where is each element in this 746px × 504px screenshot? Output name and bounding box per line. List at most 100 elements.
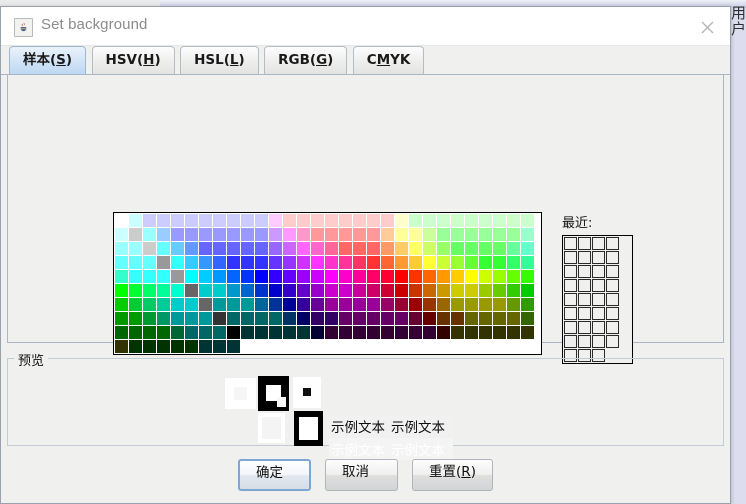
color-swatch[interactable] [269,228,282,241]
color-swatch[interactable] [171,284,184,297]
color-swatch[interactable] [367,256,380,269]
color-swatch[interactable] [255,256,268,269]
color-swatch[interactable] [381,242,394,255]
color-swatch[interactable] [465,270,478,283]
color-swatch[interactable] [297,326,310,339]
color-swatch[interactable] [381,214,394,227]
color-swatch[interactable] [157,214,170,227]
color-swatch[interactable] [297,298,310,311]
color-swatch[interactable] [437,242,450,255]
color-swatch[interactable] [451,312,464,325]
color-swatch[interactable] [353,312,366,325]
recent-color-swatch[interactable] [592,265,605,278]
color-swatch[interactable] [185,312,198,325]
recent-color-swatch[interactable] [606,321,619,334]
color-swatch[interactable] [143,228,156,241]
color-swatch[interactable] [311,270,324,283]
color-swatch[interactable] [283,270,296,283]
recent-color-swatch[interactable] [578,279,591,292]
color-swatch[interactable] [395,312,408,325]
recent-color-swatch[interactable] [564,265,577,278]
color-swatch[interactable] [157,326,170,339]
color-swatch[interactable] [423,284,436,297]
color-swatch[interactable] [115,298,128,311]
color-swatch[interactable] [129,326,142,339]
color-swatch[interactable] [521,298,534,311]
color-swatch[interactable] [185,214,198,227]
color-swatch[interactable] [185,298,198,311]
recent-color-swatch[interactable] [592,237,605,250]
color-swatch[interactable] [493,228,506,241]
color-swatch[interactable] [171,242,184,255]
recent-color-swatch[interactable] [592,279,605,292]
color-swatch[interactable] [381,228,394,241]
color-swatch[interactable] [171,214,184,227]
color-swatch[interactable] [255,214,268,227]
color-swatch[interactable] [213,326,226,339]
color-swatch[interactable] [143,298,156,311]
color-swatch[interactable] [255,326,268,339]
color-swatch[interactable] [437,298,450,311]
color-swatch[interactable] [521,270,534,283]
color-swatch[interactable] [199,256,212,269]
cancel-button[interactable]: 取消 [325,459,399,491]
color-swatch[interactable] [129,284,142,297]
tab-swatches[interactable]: 样本(S) [9,46,87,74]
color-swatch[interactable] [157,228,170,241]
color-swatch[interactable] [493,312,506,325]
color-swatch[interactable] [199,312,212,325]
color-swatch[interactable] [451,284,464,297]
color-swatch[interactable] [353,284,366,297]
color-swatch[interactable] [255,228,268,241]
color-swatch[interactable] [353,298,366,311]
color-swatch[interactable] [157,270,170,283]
color-swatch[interactable] [339,284,352,297]
color-swatch[interactable] [157,298,170,311]
color-swatch[interactable] [115,214,128,227]
color-swatch[interactable] [423,298,436,311]
color-swatch[interactable] [129,256,142,269]
color-swatch[interactable] [465,284,478,297]
color-swatch[interactable] [409,256,422,269]
color-swatch[interactable] [213,270,226,283]
color-swatch[interactable] [409,284,422,297]
color-swatch[interactable] [227,312,240,325]
color-swatch[interactable] [507,326,520,339]
color-swatch[interactable] [129,270,142,283]
color-swatch[interactable] [507,270,520,283]
color-swatch[interactable] [171,270,184,283]
recent-color-swatch[interactable] [578,265,591,278]
color-swatch[interactable] [227,284,240,297]
color-swatch[interactable] [339,298,352,311]
color-swatch[interactable] [367,270,380,283]
color-swatch[interactable] [507,298,520,311]
color-swatch[interactable] [437,312,450,325]
color-swatch[interactable] [493,214,506,227]
color-swatch[interactable] [227,256,240,269]
color-swatch[interactable] [325,270,338,283]
color-swatch[interactable] [367,284,380,297]
color-swatch[interactable] [521,256,534,269]
color-swatch[interactable] [451,298,464,311]
color-swatch[interactable] [395,298,408,311]
color-swatch[interactable] [465,312,478,325]
color-swatch[interactable] [353,326,366,339]
color-swatch[interactable] [227,214,240,227]
color-swatch[interactable] [521,214,534,227]
color-swatch[interactable] [143,284,156,297]
color-swatch[interactable] [479,312,492,325]
color-swatch[interactable] [353,228,366,241]
recent-color-swatch[interactable] [606,251,619,264]
color-swatch[interactable] [157,242,170,255]
color-swatch[interactable] [269,242,282,255]
color-swatch[interactable] [185,256,198,269]
color-swatch[interactable] [521,312,534,325]
color-swatch[interactable] [325,228,338,241]
color-swatch[interactable] [437,270,450,283]
color-swatch[interactable] [241,256,254,269]
recent-color-swatch[interactable] [564,279,577,292]
color-swatch[interactable] [479,214,492,227]
color-swatch[interactable] [241,312,254,325]
color-swatch[interactable] [423,270,436,283]
color-swatch[interactable] [339,270,352,283]
